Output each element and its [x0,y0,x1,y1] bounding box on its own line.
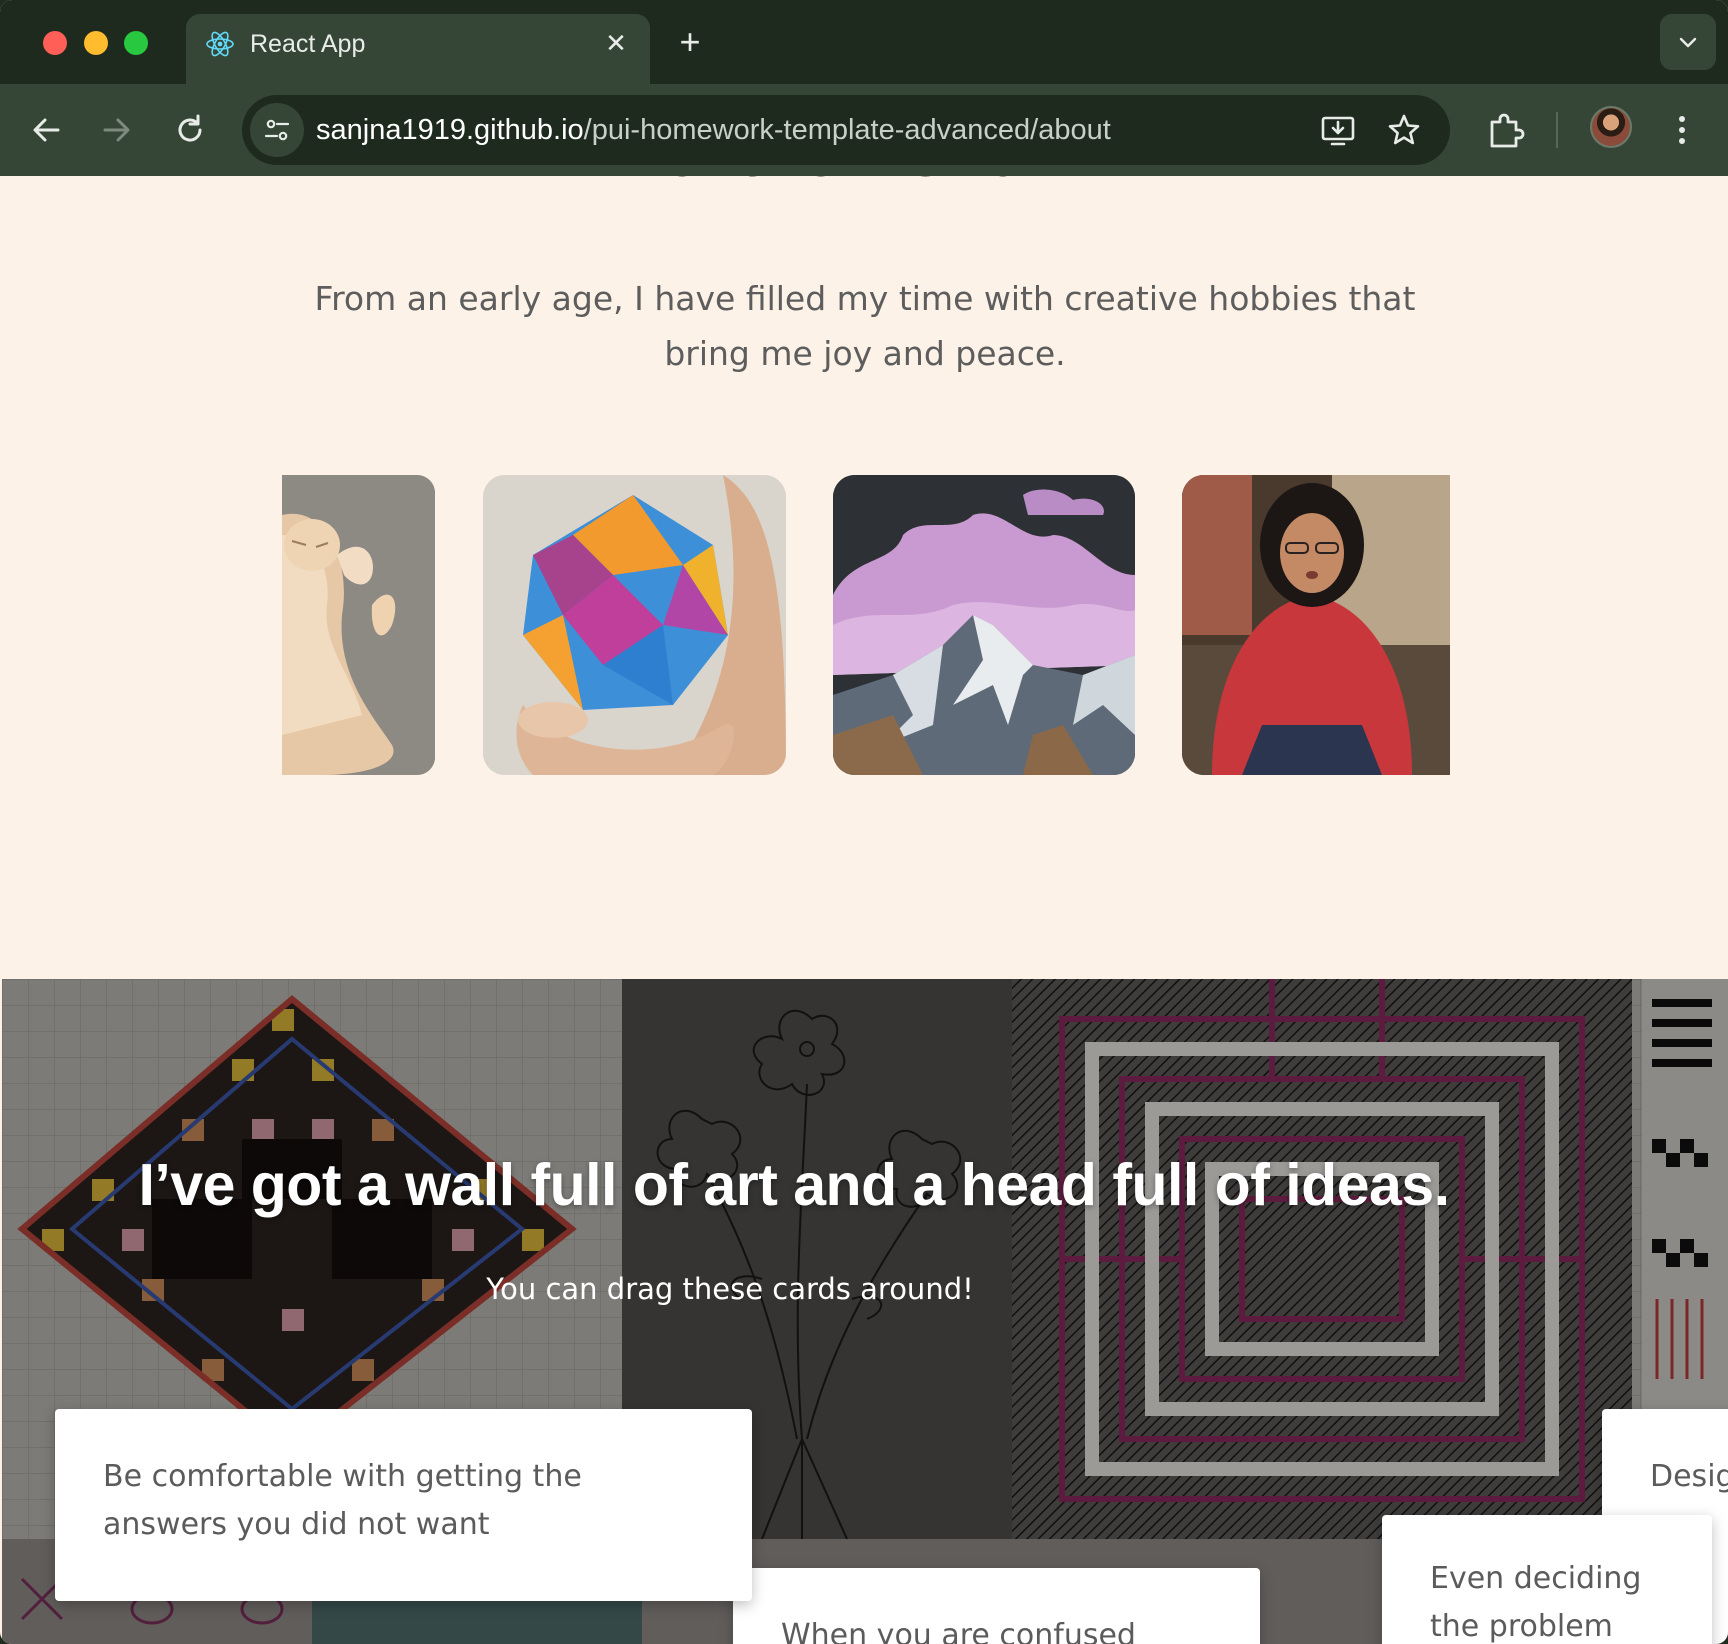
chevron-down-icon [1679,37,1697,48]
profile-avatar[interactable] [1590,106,1632,148]
site-info-button[interactable] [250,103,304,157]
hobbies-heading: entire world? [2,176,1728,194]
url-host: sanjna1919.github.io [316,114,584,146]
new-tab-button[interactable]: + [670,22,710,62]
cat-image [282,475,435,775]
tab-bar: React App ✕ + [0,0,1728,84]
toolbar-divider [1556,112,1558,148]
more-menu-icon[interactable] [1660,108,1704,152]
tune-icon [264,119,290,141]
card-text: Even deciding the problem [1430,1561,1642,1644]
photo-mountain-painting [833,475,1135,775]
reload-icon[interactable] [170,110,210,150]
close-tab-icon[interactable]: ✕ [600,28,632,60]
photo-singing [1182,475,1450,775]
maximize-window-button[interactable] [124,31,148,55]
art-heading: I’ve got a wall full of art and a head f… [138,1152,1450,1218]
art-section: I’ve got a wall full of art and a head f… [2,979,1728,1644]
page-viewport: entire world? From an early age, I have … [2,176,1728,1644]
singer-image [1182,475,1450,775]
address-bar[interactable]: sanjna1919.github.io/pui-homework-templa… [242,95,1450,165]
art-subtitle: You can drag these cards around! [486,1272,974,1306]
toolbar: sanjna1919.github.io/pui-homework-templa… [0,84,1728,176]
url-path: /pui-homework-template-advanced/about [583,114,1111,146]
draggable-card[interactable]: Even deciding the problem [1382,1515,1712,1644]
react-icon [206,31,234,57]
minimize-window-button[interactable] [84,31,108,55]
hobbies-description: From an early age, I have filled my time… [314,279,1416,373]
tab-search-button[interactable] [1660,14,1716,70]
draggable-card[interactable]: When you are confused [733,1568,1260,1644]
install-app-icon[interactable] [1320,112,1356,148]
tab-title: React App [250,30,366,58]
mountain-image [833,475,1135,775]
card-text: Be comfortable with getting the answers … [103,1459,582,1542]
browser-window: React App ✕ + sanjna1919.github.io/pui-h… [0,0,1728,1644]
forward-arrow-icon[interactable] [97,110,137,150]
hobbies-section: entire world? From an early age, I have … [2,176,1728,979]
bookmark-star-icon[interactable] [1386,112,1422,148]
draggable-card[interactable]: Be comfortable with getting the answers … [55,1409,752,1601]
url-text[interactable]: sanjna1919.github.io/pui-homework-templa… [316,95,1111,165]
tab-react-app[interactable]: React App ✕ [186,14,650,84]
close-window-button[interactable] [43,31,67,55]
origami-image [483,475,786,775]
card-text: Desig u ro [1650,1459,1728,1494]
photo-origami [483,475,786,775]
back-arrow-icon[interactable] [26,110,66,150]
photo-cat [282,475,435,775]
extensions-icon[interactable] [1484,108,1528,152]
card-text: When you are confused [781,1618,1136,1644]
